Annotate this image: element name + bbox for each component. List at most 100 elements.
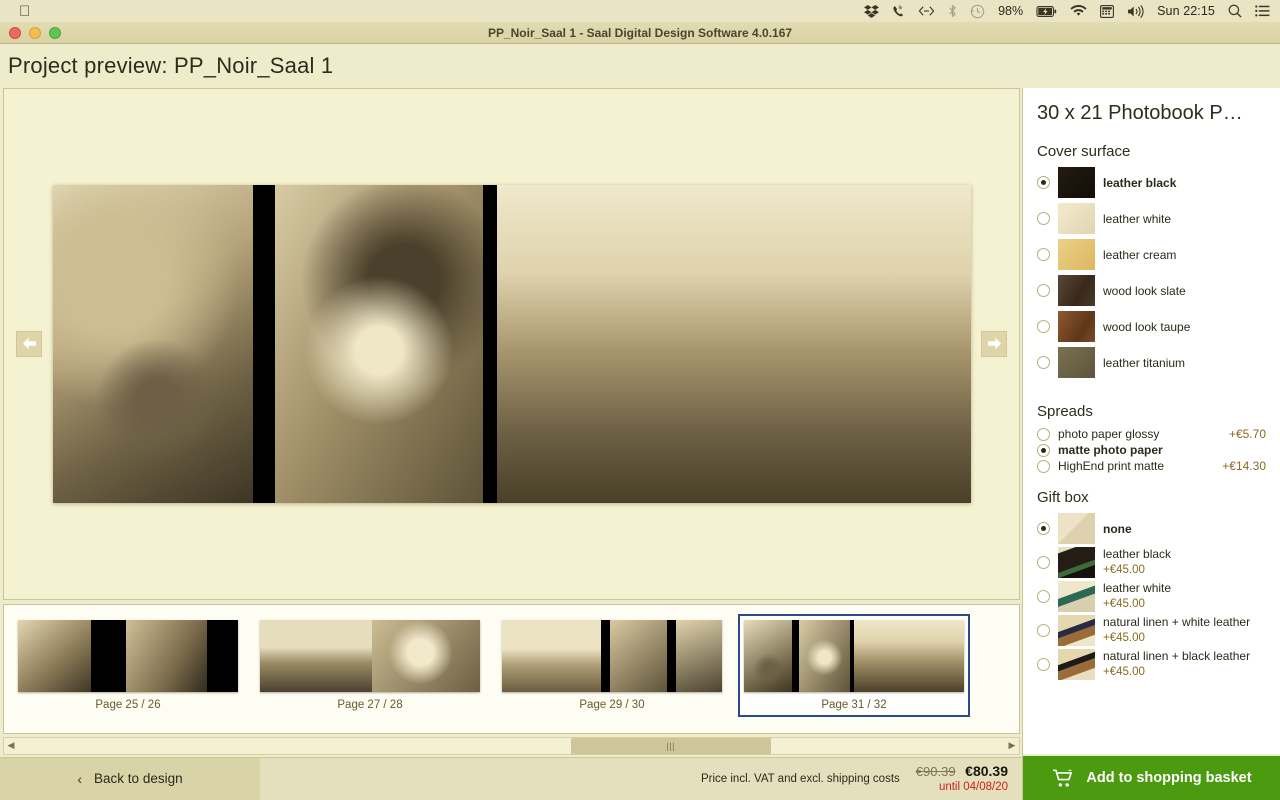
scrollbar-grip-icon: ||| [666,740,675,751]
spread-photo-right [496,184,971,503]
cover-option-label: leather cream [1103,247,1177,262]
thumbnail-label: Page 25 / 26 [95,698,161,711]
thumbnail-image [260,619,480,692]
radio-icon[interactable] [1037,284,1050,297]
radio-icon[interactable] [1037,320,1050,333]
radio-icon[interactable] [1037,176,1050,189]
gift-box-heading: Gift box [1037,489,1089,506]
arrow-right-icon [987,338,1001,350]
menubar-clock[interactable]: Sun 22:15 [1157,4,1215,18]
phone-icon[interactable] [892,4,905,18]
giftbox-option-leather-black[interactable]: leather black +€45.00 [1037,547,1266,578]
spread-option-label: photo paper glossy [1058,427,1160,441]
back-to-design-button[interactable]: ‹ Back to design [0,757,260,800]
giftbox-option-natural-linen-white-leather[interactable]: natural linen + white leather +€45.00 [1037,615,1266,646]
spread-option-highend-print-matte[interactable]: HighEnd print matte +€14.30 [1037,459,1266,473]
giftbox-option-price: +€45.00 [1103,597,1145,610]
add-to-basket-label: Add to shopping basket [1086,770,1252,786]
radio-icon[interactable] [1037,624,1050,637]
cover-option-leather-black[interactable]: leather black [1037,167,1266,198]
price-old: €90.39 [915,763,956,779]
add-to-shopping-basket-button[interactable]: Add to shopping basket [1023,754,1280,800]
radio-icon[interactable] [1037,248,1050,261]
spread-gutter-2 [482,184,497,503]
radio-icon[interactable] [1037,427,1050,441]
scroll-right-arrow[interactable]: ▶ [1005,740,1019,751]
radio-icon[interactable] [1037,443,1050,457]
macos-menubar:  98% Sun 22:15 [0,0,1280,22]
cover-option-wood-look-slate[interactable]: wood look slate [1037,275,1266,306]
giftbox-option-label: leather white [1103,581,1172,596]
volume-icon[interactable] [1127,4,1144,18]
search-icon[interactable] [1228,4,1242,18]
giftbox-thumb-linen-white [1058,615,1095,646]
shopping-cart-icon [1053,769,1073,787]
spread-gutter-1 [252,184,275,503]
thumbnail-item[interactable]: Page 25 / 26 [12,614,244,717]
list-icon[interactable] [1255,5,1270,17]
price-area: Price incl. VAT and excl. shipping costs… [260,758,1022,800]
thumbnail-label: Page 27 / 28 [337,698,403,711]
spread-option-price: +€14.30 [1222,459,1266,473]
options-panel: 30 x 21 Photobook P… Cover surface leath… [1022,88,1280,800]
price-valid-until: until 04/08/20 [938,781,1008,794]
giftbox-option-natural-linen-black-leather[interactable]: natural linen + black leather +€45.00 [1037,649,1266,680]
scrollbar-track[interactable]: ||| [18,737,1005,754]
swatch-wood-look-taupe [1058,311,1095,342]
swatch-leather-cream [1058,239,1095,270]
cover-option-wood-look-taupe[interactable]: wood look taupe [1037,311,1266,342]
cover-option-leather-titanium[interactable]: leather titanium [1037,347,1266,378]
giftbox-option-label: leather black [1103,547,1172,562]
thumbnail-scrollbar[interactable]: ◀ ||| ▶ [3,736,1020,755]
radio-icon[interactable] [1037,459,1050,473]
giftbox-option-price: +€45.00 [1103,631,1145,644]
bottom-toolbar: ‹ Back to design Price incl. VAT and exc… [0,756,1022,800]
spread-option-label: matte photo paper [1058,443,1163,457]
radio-icon[interactable] [1037,556,1050,569]
spread-option-photo-paper-glossy[interactable]: photo paper glossy +€5.70 [1037,427,1266,441]
spread-photo-center [274,184,483,503]
bluetooth-icon[interactable] [948,4,957,18]
arrow-left-icon [22,338,36,350]
previous-spread-button[interactable] [16,330,42,357]
window-title: PP_Noir_Saal 1 - Saal Digital Design Sof… [487,25,793,40]
price-values: €90.39 €80.39 until 04/08/20 [916,763,1008,795]
radio-icon[interactable] [1037,522,1050,535]
battery-icon[interactable] [1036,5,1057,17]
radio-icon[interactable] [1037,212,1050,225]
cover-option-label: leather white [1103,211,1172,226]
keyboard-icon[interactable] [1100,4,1115,18]
current-spread[interactable] [52,184,971,503]
thumbnail-image [744,619,964,692]
code-icon[interactable] [918,5,935,17]
scroll-left-arrow[interactable]: ◀ [4,740,18,751]
window-titlebar: PP_Noir_Saal 1 - Saal Digital Design Sof… [0,22,1280,44]
thumbnail-item[interactable]: Page 27 / 28 [254,614,486,717]
radio-icon[interactable] [1037,658,1050,671]
thumbnail-item-selected[interactable]: Page 31 / 32 [738,613,970,717]
radio-icon[interactable] [1037,356,1050,369]
spread-thumbnail-strip[interactable]: Page 25 / 26 Page 27 / 28 Page 29 / 30 P… [3,603,1020,734]
back-to-design-label: Back to design [94,771,183,787]
giftbox-option-none[interactable]: none [1037,513,1266,544]
cover-surface-heading: Cover surface [1037,143,1131,160]
giftbox-option-leather-white[interactable]: leather white +€45.00 [1037,581,1266,612]
dropbox-icon[interactable] [864,4,879,18]
giftbox-thumb-linen-black [1058,649,1095,680]
giftbox-option-price: +€45.00 [1103,563,1145,576]
wifi-icon[interactable] [1070,5,1087,17]
thumbnail-item[interactable]: Page 29 / 30 [496,614,728,717]
radio-icon[interactable] [1037,590,1050,603]
spread-option-matte-photo-paper[interactable]: matte photo paper [1037,443,1266,457]
preview-column: Page 25 / 26 Page 27 / 28 Page 29 / 30 P… [0,88,1022,800]
cover-option-leather-cream[interactable]: leather cream [1037,239,1266,270]
scrollbar-thumb[interactable]: ||| [570,737,771,754]
spread-option-label: HighEnd print matte [1058,459,1165,473]
spread-option-price: +€5.70 [1228,427,1266,441]
cover-option-leather-white[interactable]: leather white [1037,203,1266,234]
timemachine-icon[interactable] [970,4,985,19]
next-spread-button[interactable] [981,330,1007,357]
apple-logo-icon[interactable]:  [19,4,30,19]
swatch-leather-white [1058,203,1095,234]
swatch-leather-titanium [1058,347,1095,378]
